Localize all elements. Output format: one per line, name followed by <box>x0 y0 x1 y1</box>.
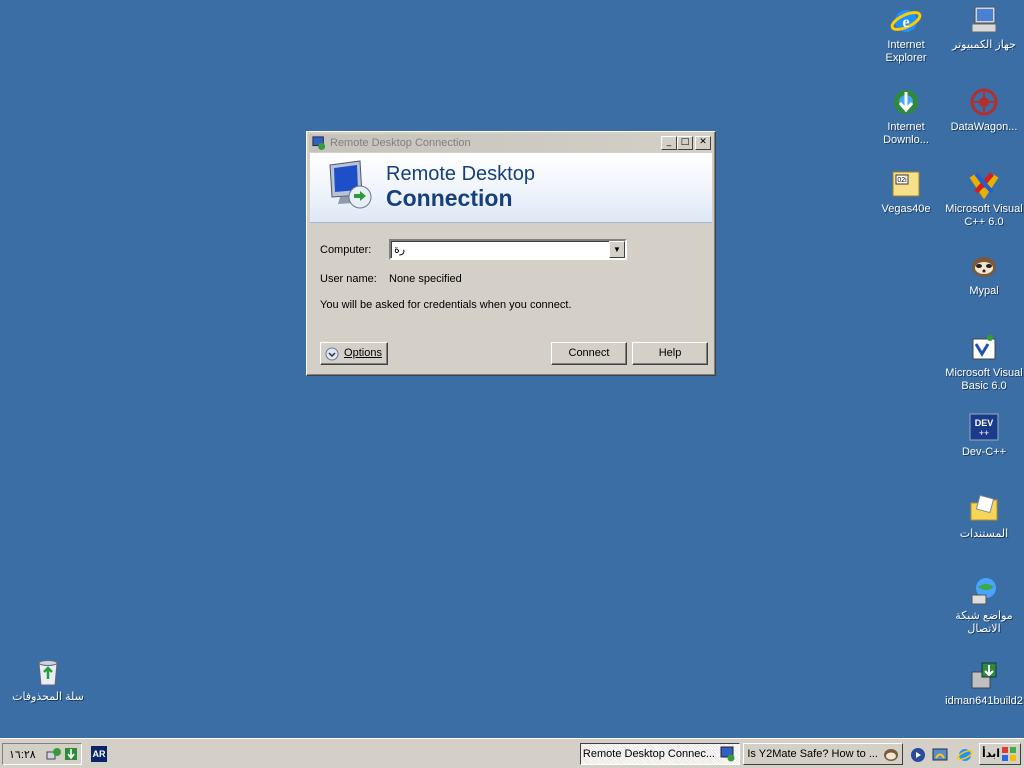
desktop-icon-label: المستندات <box>959 528 1009 540</box>
remote-desktop-icon <box>720 746 735 762</box>
vegas-icon: 02i <box>892 171 920 197</box>
desktop-icon-vegas40e[interactable]: 02i Vegas40e <box>867 168 945 216</box>
username-value: None specified <box>389 273 462 285</box>
desktop-icon-idman641build2[interactable]: idman641build2 <box>945 660 1023 708</box>
desktop-icon-label: Internet Downlo... <box>883 121 929 146</box>
task-label: Remote Desktop Connec... <box>582 748 715 760</box>
help-button[interactable]: Help <box>632 342 708 365</box>
taskbar: ١٦:٢٨ AR Remote Desktop Connec... Is Y2M… <box>0 738 1024 768</box>
start-button[interactable]: ابدأ <box>979 743 1021 765</box>
svg-text:02i: 02i <box>897 177 907 184</box>
desktop-icon-label: سلة المحذوفات <box>12 691 84 703</box>
show-desktop-icon[interactable] <box>932 747 948 763</box>
datawagon-icon <box>970 88 998 116</box>
svg-text:++: ++ <box>979 428 990 438</box>
desktop-icon-internet-download-manager[interactable]: Internet Downlo... <box>867 86 945 147</box>
desktop-icon-label: Microsoft Visual C++ 6.0 <box>945 203 1023 228</box>
language-indicator[interactable]: AR <box>91 746 107 762</box>
desktop-icon-label: Dev-C++ <box>961 446 1007 458</box>
windows-logo-icon <box>1002 747 1016 761</box>
banner-title-line2: Connection <box>386 185 513 211</box>
desktop-icon-dev-cpp[interactable]: DEV ++ Dev-C++ <box>945 411 1023 459</box>
connect-button[interactable]: Connect <box>551 342 627 365</box>
desktop-icon-label: مواضع شبكة الاتصال <box>955 610 1013 635</box>
media-player-icon[interactable] <box>910 747 926 763</box>
vb-icon <box>972 335 996 360</box>
desktop-icon-visual-basic[interactable]: Microsoft Visual Basic 6.0 <box>945 332 1023 393</box>
documents-folder-icon <box>970 494 998 521</box>
network-places-icon <box>971 578 996 605</box>
mypal-icon <box>884 749 898 761</box>
remote-desktop-dialog: Remote Desktop Connection _ □ ✕ Remote D… <box>306 131 716 376</box>
svg-text:e: e <box>902 14 909 31</box>
dialog-banner: Remote Desktop Connection <box>310 153 712 223</box>
desktop-icon-label: Internet Explorer <box>885 39 927 64</box>
desktop-icon-visual-cpp[interactable]: Microsoft Visual C++ 6.0 <box>945 168 1023 229</box>
vcpp-icon <box>969 172 999 200</box>
desktop-icon-network-places[interactable]: مواضع شبكة الاتصال <box>945 575 1023 636</box>
computer-value: رة <box>394 244 406 256</box>
system-tray: ١٦:٢٨ <box>2 743 82 765</box>
username-label: User name: <box>320 273 377 285</box>
chevron-down-icon[interactable]: ▼ <box>609 241 625 258</box>
desktop-icon-label: DataWagon... <box>950 121 1018 133</box>
taskbar-button-remote-desktop[interactable]: Remote Desktop Connec... <box>580 743 740 765</box>
desktop-icon-label: Microsoft Visual Basic 6.0 <box>945 367 1023 392</box>
remote-desktop-icon <box>312 136 326 150</box>
desktop-icon-my-computer[interactable]: جهاز الكمبيوتر <box>945 4 1023 52</box>
desktop-icon-label: جهاز الكمبيوتر <box>952 39 1016 51</box>
options-button[interactable]: Options <box>320 342 388 365</box>
svg-text:DEV: DEV <box>975 418 994 428</box>
desktop-icon-label: Mypal <box>969 285 999 297</box>
desktop-icon-datawagon[interactable]: DataWagon... <box>945 86 1023 134</box>
desktop-icon-mypal[interactable]: Mypal <box>945 250 1023 298</box>
desktop-icon-my-documents[interactable]: المستندات <box>945 493 1023 541</box>
idm-installer-icon <box>971 662 997 689</box>
options-label: Options <box>344 347 382 359</box>
desktop-icon-label: Vegas40e <box>881 203 931 215</box>
desktop-icon-internet-explorer[interactable]: e Internet Explorer <box>867 4 945 65</box>
dialog-title: Remote Desktop Connection <box>330 137 471 149</box>
devcpp-icon: DEV ++ <box>969 413 999 441</box>
minimize-button[interactable]: _ <box>661 136 677 150</box>
start-label: ابدأ <box>982 748 1001 760</box>
mypal-icon <box>972 257 996 277</box>
expand-arrow-icon <box>325 347 339 361</box>
banner-title-line1: Remote Desktop <box>386 163 535 185</box>
network-tray-icon[interactable] <box>46 746 62 762</box>
ie-icon: e <box>890 10 922 32</box>
idm-tray-icon[interactable] <box>63 746 79 762</box>
ie-icon[interactable] <box>957 747 973 763</box>
credentials-note: You will be asked for credentials when y… <box>320 299 572 311</box>
computer-label: Computer: <box>320 244 372 256</box>
idm-icon <box>894 90 918 114</box>
desktop-icon-recycle-bin[interactable]: سلة المحذوفات <box>9 656 87 704</box>
recycle-bin-icon <box>38 660 58 686</box>
task-label: Is Y2Mate Safe? How to ... <box>747 748 878 760</box>
clock[interactable]: ١٦:٢٨ <box>9 748 36 761</box>
computer-icon <box>971 6 997 33</box>
dialog-titlebar[interactable]: Remote Desktop Connection _ □ ✕ <box>309 134 713 152</box>
maximize-button[interactable]: □ <box>677 136 693 150</box>
computer-combobox[interactable]: رة ▼ <box>389 239 627 260</box>
taskbar-button-browser[interactable]: Is Y2Mate Safe? How to ... <box>743 743 903 765</box>
desktop-icon-label: idman641build2 <box>945 695 1023 707</box>
close-button[interactable]: ✕ <box>695 136 711 150</box>
remote-desktop-monitor-icon <box>329 160 372 209</box>
